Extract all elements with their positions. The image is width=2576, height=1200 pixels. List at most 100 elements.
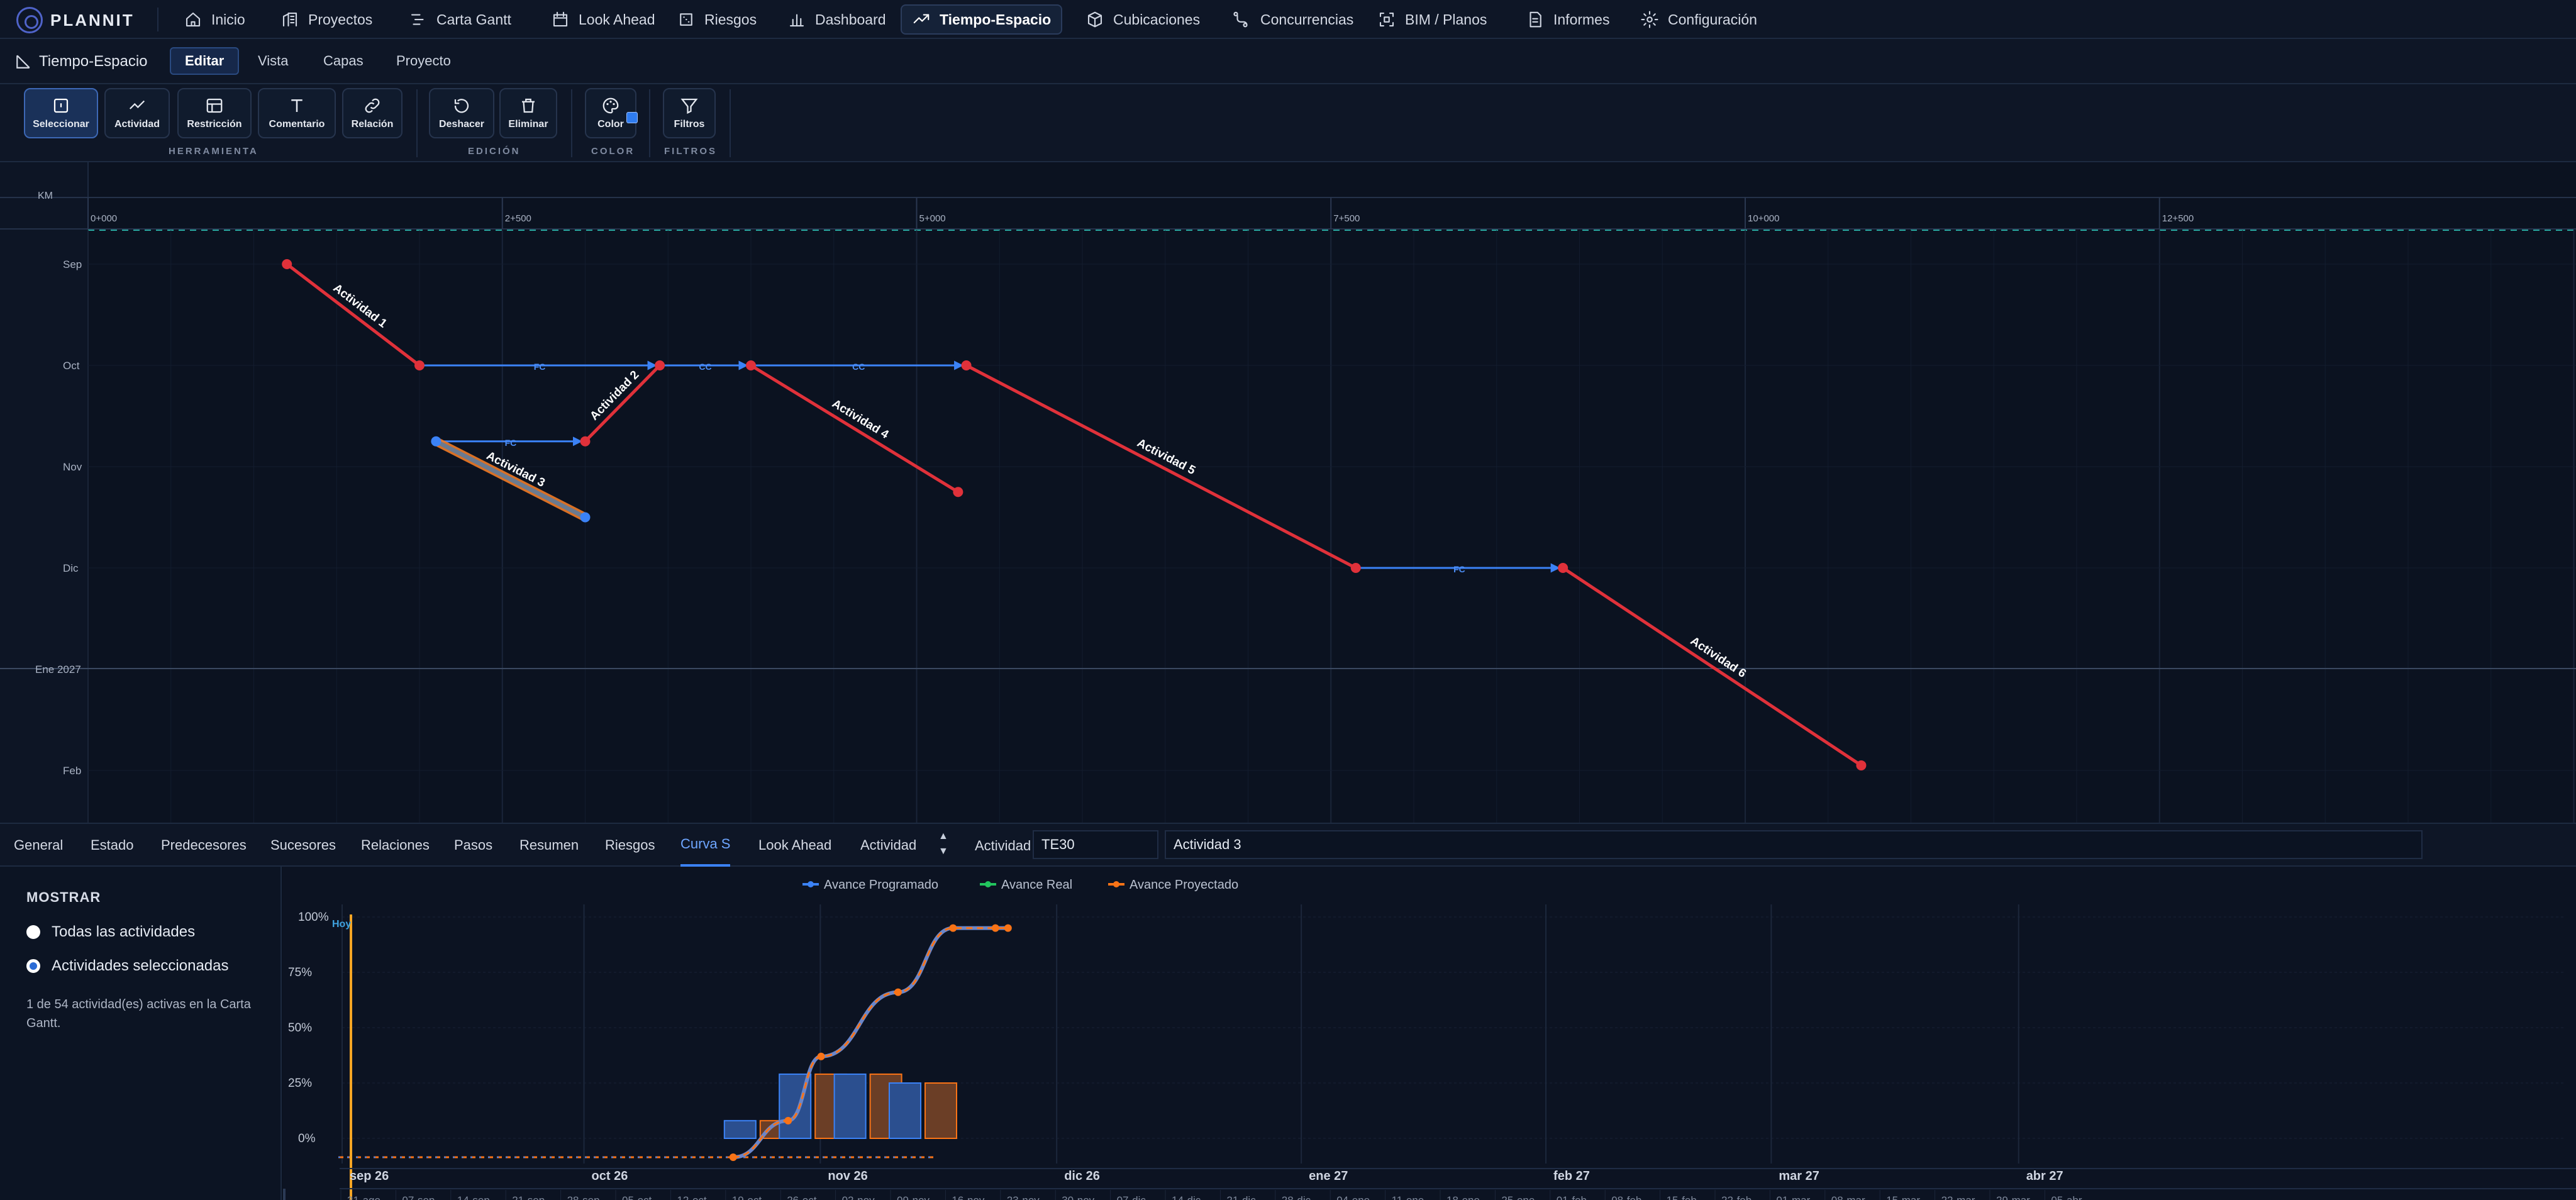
activity-start-handle[interactable] (431, 436, 441, 447)
top-navigation: PLANNIT Inicio Proyectos Carta Gantt Look A… (0, 0, 2576, 39)
month-label: Dic (63, 562, 79, 574)
radio-selected-activities[interactable]: Actividades seleccionadas (26, 957, 229, 975)
detail-tab-general[interactable]: General (14, 824, 63, 867)
detail-tab-estado[interactable]: Estado (91, 824, 134, 867)
nav-item-riesgos[interactable]: Riesgos (667, 4, 767, 35)
detail-tab-curva-s[interactable]: Curva S (680, 824, 731, 867)
ribbon-divider (730, 89, 731, 157)
nav-item-tiempo-espacio[interactable]: Tiempo-Espacio (901, 4, 1063, 35)
bar-programado[interactable] (833, 1073, 867, 1140)
nav-item-proyectos[interactable]: Proyectos (270, 4, 382, 35)
bar-proyectado[interactable] (924, 1082, 957, 1139)
bar-programado[interactable] (889, 1082, 921, 1139)
curve-point[interactable] (1004, 924, 1012, 932)
activity-end-node[interactable] (953, 487, 963, 497)
activity-end-handle[interactable] (580, 512, 591, 523)
radio-checked-icon[interactable] (26, 959, 40, 973)
detail-tab-sucesores[interactable]: Sucesores (270, 824, 336, 867)
nav-item-cubicaciones[interactable]: Cubicaciones (1075, 4, 1210, 35)
tab-capas[interactable]: Capas (309, 47, 377, 75)
tab-scroll-arrows[interactable]: ▲ ▼ (938, 829, 948, 859)
building-icon (282, 12, 297, 27)
nav-item-look-ahead[interactable]: Look Ahead (541, 4, 665, 35)
tab-editar[interactable]: Editar (170, 47, 240, 75)
curve-point[interactable] (991, 924, 999, 932)
activity-end-node[interactable] (655, 360, 665, 370)
activity-start-node[interactable] (746, 360, 756, 370)
week-axis-label: 31-ago (347, 1194, 380, 1200)
nav-item-concurrencias[interactable]: Concurrencias (1223, 4, 1363, 35)
activity-start-node[interactable] (1558, 563, 1568, 573)
relation-type-label: FC (505, 438, 517, 448)
activity-name-input[interactable]: Actividad 3 (1165, 830, 2423, 859)
activity-tool-button[interactable]: Actividad (104, 88, 170, 138)
nav-item-informes[interactable]: Informes (1516, 4, 1619, 35)
delete-button[interactable]: Eliminar (499, 88, 557, 138)
y-tick-label: 75% (288, 966, 312, 979)
detail-tab-predecesores[interactable]: Predecesores (161, 824, 247, 867)
curve-point[interactable] (729, 1153, 737, 1161)
activity-end-node[interactable] (414, 360, 425, 370)
s-curve-chart[interactable]: Avance Programado Avance Real Avance Proye… (283, 867, 2576, 1200)
relation-tool-button[interactable]: Relación (342, 88, 402, 138)
activity-start-node[interactable] (580, 436, 591, 447)
ruler-icon (16, 55, 30, 69)
activity-code-input[interactable]: TE30 (1033, 830, 1158, 859)
nav-item-inicio[interactable]: Inicio (174, 4, 255, 35)
today-marker-label: Hoy (332, 919, 351, 930)
undo-button[interactable]: Deshacer (429, 88, 494, 138)
app-logo[interactable]: PLANNIT (16, 7, 135, 33)
nav-item-label: BIM / Planos (1405, 11, 1487, 28)
detail-tab-look-ahead[interactable]: Look Ahead (758, 824, 831, 867)
week-axis-label: 28-dic (1282, 1194, 1311, 1200)
activity-tool-label: Actividad (114, 119, 160, 130)
legend-swatch-dot (808, 881, 814, 887)
filters-button[interactable]: Filtros (663, 88, 716, 138)
nav-item-bim-planos[interactable]: BIM / Planos (1367, 4, 1497, 35)
group-label-edicion: EDICIÓN (468, 146, 521, 157)
activity-start-node[interactable] (282, 259, 292, 269)
nav-item-configuración[interactable]: Configuración (1630, 4, 1767, 35)
activity-end-node[interactable] (1856, 760, 1867, 770)
select-icon (53, 98, 69, 113)
relation-type-label: CC (699, 362, 711, 372)
detail-tab-resumen[interactable]: Resumen (519, 824, 579, 867)
curve-point[interactable] (784, 1116, 792, 1125)
detail-tab-relaciones[interactable]: Relaciones (361, 824, 430, 867)
restriction-tool-button[interactable]: Restricción (177, 88, 252, 138)
week-axis-label: 23-nov (1007, 1194, 1040, 1200)
km-tick-label: 0+000 (91, 213, 117, 224)
radio-unchecked-icon[interactable] (26, 925, 40, 939)
chart-scrollbar-track[interactable] (283, 1189, 286, 1200)
curve-point[interactable] (817, 1052, 825, 1060)
month-axis-label: nov 26 (828, 1169, 867, 1183)
comment-tool-button[interactable]: Comentario (258, 88, 336, 138)
dice-icon (680, 13, 692, 26)
group-label-color: COLOR (591, 146, 635, 157)
week-axis-label: 14-dic (1172, 1194, 1201, 1200)
curve-point[interactable] (894, 988, 902, 996)
nav-item-label: Riesgos (704, 11, 757, 28)
select-tool-button[interactable]: Seleccionar (24, 88, 98, 138)
curve-point[interactable] (949, 924, 957, 932)
month-axis-label: dic 26 (1064, 1169, 1100, 1183)
week-axis-label: 21-dic (1226, 1194, 1256, 1200)
bar-chart-icon (789, 14, 804, 27)
time-space-diagram[interactable]: KM 0+000 2+500 5+000 7+500 10+000 12+500 Sep O… (0, 162, 2576, 823)
week-axis-label: 01-feb (1557, 1194, 1587, 1200)
detail-tab-actividad[interactable]: Actividad (860, 824, 916, 867)
nav-item-carta-gantt[interactable]: Carta Gantt (399, 4, 521, 35)
table-icon (206, 98, 223, 113)
radio-all-activities[interactable]: Todas las actividades (26, 923, 195, 941)
nav-item-dashboard[interactable]: Dashboard (777, 4, 896, 35)
week-axis-label: 11-ene (1392, 1194, 1424, 1200)
trash-icon (522, 98, 535, 113)
tab-vista[interactable]: Vista (244, 47, 303, 75)
detail-tab-riesgos[interactable]: Riesgos (605, 824, 655, 867)
activity-start-node[interactable] (961, 360, 972, 370)
tab-proyecto[interactable]: Proyecto (382, 47, 465, 75)
bar-programado[interactable] (723, 1119, 757, 1139)
activity-end-node[interactable] (1350, 563, 1361, 573)
gear-icon (1641, 11, 1658, 28)
detail-tab-pasos[interactable]: Pasos (454, 824, 492, 867)
